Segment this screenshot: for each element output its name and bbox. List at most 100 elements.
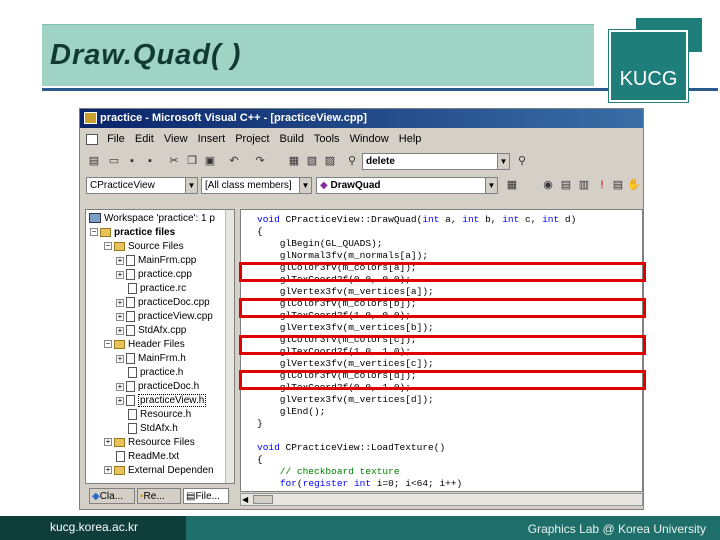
standard-toolbar: ▤ ▭ ▪ ▪ ✂ ❐ ▣ ↶ ↷ ▦ ▧ ▨ ⚲ delete ▼ ⚲ [80, 149, 643, 173]
wizard-action-icon[interactable]: ▦ [504, 177, 520, 193]
cut-icon[interactable]: ✂ [166, 153, 182, 169]
tree-file[interactable]: + MainFrm.cpp [116, 255, 196, 266]
window-titlebar[interactable]: practice - Microsoft Visual C++ - [pract… [80, 109, 643, 128]
find-combo[interactable]: delete ▼ [362, 153, 510, 170]
tree-file[interactable]: + practice.cpp [116, 269, 192, 280]
editor-hscrollbar[interactable]: ◀ [240, 493, 643, 506]
members-combo[interactable]: [All class members] ▼ [201, 177, 312, 194]
tree-file[interactable]: + practiceDoc.cpp [116, 297, 210, 308]
execute-icon[interactable]: ! [594, 177, 610, 193]
menu-view[interactable]: View [164, 133, 188, 145]
expand-icon[interactable]: + [116, 396, 124, 405]
new-file-icon[interactable]: ▤ [86, 153, 102, 169]
chevron-down-icon[interactable]: ▼ [485, 178, 497, 193]
tree-file-selected[interactable]: + practiceView.h [116, 394, 207, 408]
tree-source-folder[interactable]: − Source Files [104, 241, 184, 252]
tree-project[interactable]: − practice files [90, 227, 175, 238]
code-line: glNormal3fv(m_normals[a]); [257, 250, 429, 261]
function-combo-value: DrawQuad [330, 180, 381, 191]
stop-build-icon[interactable]: ▥ [576, 177, 592, 193]
function-combo[interactable]: ◆ DrawQuad ▼ [316, 177, 498, 194]
tree-file[interactable]: practice.h [128, 367, 183, 378]
slide-title-box: Draw.Quad( ) [42, 24, 594, 86]
window-list-icon[interactable]: ▨ [322, 153, 338, 169]
scroll-left-icon[interactable]: ◀ [242, 495, 248, 504]
go-icon[interactable]: ▤ [610, 177, 626, 193]
collapse-icon[interactable]: − [90, 228, 98, 237]
footer-left: kucg.korea.ac.kr [0, 516, 186, 540]
expand-icon[interactable]: + [116, 382, 124, 391]
tree-file[interactable]: + StdAfx.cpp [116, 325, 186, 336]
file-icon [126, 381, 135, 392]
menu-window[interactable]: Window [350, 133, 389, 145]
file-icon [126, 395, 135, 406]
find-in-files-icon[interactable]: ⚲ [344, 153, 360, 169]
menu-bar: File Edit View Insert Project Build Tool… [80, 130, 643, 148]
expand-icon[interactable]: + [116, 270, 124, 279]
scroll-thumb[interactable] [253, 495, 273, 504]
tree-resource-folder[interactable]: + Resource Files [104, 437, 195, 448]
chevron-down-icon[interactable]: ▼ [497, 154, 509, 169]
tree-file[interactable]: practice.rc [128, 283, 186, 294]
highlight-box [239, 335, 646, 355]
expand-icon[interactable]: + [116, 298, 124, 307]
chevron-down-icon[interactable]: ▼ [299, 178, 311, 193]
menu-file[interactable]: File [107, 133, 125, 145]
footer-right: Graphics Lab @ Korea University [186, 516, 720, 540]
breakpoint-icon[interactable]: ✋ [626, 177, 642, 193]
class-combo[interactable]: CPracticeView ▼ [86, 177, 198, 194]
expand-icon[interactable]: + [116, 256, 124, 265]
tree-file[interactable]: Resource.h [128, 409, 191, 420]
open-folder-icon[interactable]: ▭ [106, 153, 122, 169]
save-all-icon[interactable]: ▪ [142, 153, 158, 169]
menu-edit[interactable]: Edit [135, 133, 154, 145]
save-icon[interactable]: ▪ [124, 153, 140, 169]
method-icon: ◆ [320, 180, 328, 191]
expand-icon[interactable]: + [104, 466, 112, 475]
workspace-icon[interactable]: ▦ [286, 153, 302, 169]
output-icon[interactable]: ▧ [304, 153, 320, 169]
tree-workspace[interactable]: Workspace 'practice': 1 p [89, 213, 215, 224]
classview-icon: ◆ [92, 491, 100, 502]
footer-lab: Graphics Lab @ Korea University [527, 522, 706, 536]
tree-file[interactable]: ReadMe.txt [116, 451, 179, 462]
tree-file[interactable]: + practiceDoc.h [116, 381, 199, 392]
code-line: for(register int i=0; i<64; i++) [279, 478, 463, 489]
tree-file[interactable]: + practiceView.cpp [116, 311, 213, 322]
menu-build[interactable]: Build [280, 133, 304, 145]
copy-icon[interactable]: ❐ [184, 153, 200, 169]
menu-project[interactable]: Project [235, 133, 269, 145]
find-icon[interactable]: ⚲ [514, 153, 530, 169]
build-icon[interactable]: ▤ [558, 177, 574, 193]
tree-header-folder[interactable]: − Header Files [104, 339, 185, 350]
menu-tools[interactable]: Tools [314, 133, 340, 145]
tree-file[interactable]: StdAfx.h [128, 423, 178, 434]
tab-fileview[interactable]: ▤File... [183, 488, 229, 504]
collapse-icon[interactable]: − [104, 242, 112, 251]
tree-file[interactable]: + MainFrm.h [116, 353, 186, 364]
menu-insert[interactable]: Insert [198, 133, 226, 145]
file-icon [126, 353, 135, 364]
tree-external-folder[interactable]: + External Dependen [104, 465, 214, 476]
tab-classview[interactable]: ◆Cla... [89, 488, 135, 504]
document-icon[interactable] [86, 133, 98, 145]
paste-icon[interactable]: ▣ [202, 153, 218, 169]
expand-icon[interactable]: + [116, 326, 124, 335]
compile-icon[interactable]: ◉ [540, 177, 556, 193]
menu-help[interactable]: Help [399, 133, 422, 145]
file-icon [116, 451, 125, 462]
folder-icon [114, 437, 125, 447]
expand-icon[interactable]: + [104, 438, 112, 447]
tree-scrollbar[interactable] [225, 210, 234, 483]
project-icon [100, 227, 111, 237]
collapse-icon[interactable]: − [104, 340, 112, 349]
expand-icon[interactable]: + [116, 354, 124, 363]
tab-resourceview[interactable]: ▪Re... [137, 488, 181, 504]
undo-icon[interactable]: ↶ [226, 153, 242, 169]
expand-icon[interactable]: + [116, 312, 124, 321]
redo-icon[interactable]: ↷ [252, 153, 268, 169]
file-icon [128, 367, 137, 378]
workspace-tabs: ◆Cla... ▪Re... ▤File... [85, 486, 235, 506]
chevron-down-icon[interactable]: ▼ [185, 178, 197, 193]
code-line: { [257, 490, 286, 491]
